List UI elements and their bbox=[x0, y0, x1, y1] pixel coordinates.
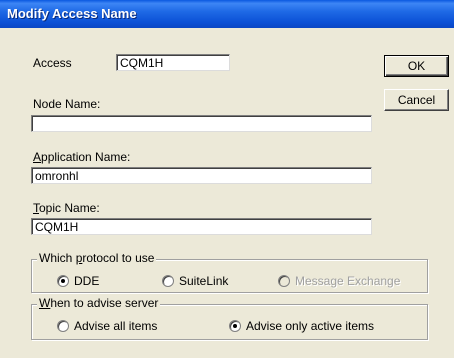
modify-access-name-dialog: Modify Access Name Access OK Cancel Node… bbox=[0, 0, 454, 358]
application-name-mnemonic: A bbox=[33, 150, 42, 164]
advise-legend-rest: hen to advise server bbox=[50, 296, 159, 310]
message-exchange-label: Message Exchange bbox=[295, 274, 401, 288]
topic-name-field[interactable] bbox=[31, 218, 372, 235]
window-title: Modify Access Name bbox=[7, 6, 137, 21]
protocol-legend: Which protocol to use bbox=[37, 251, 157, 265]
advise-active-radio[interactable] bbox=[229, 320, 241, 332]
node-name-label: Node Name: bbox=[33, 97, 101, 111]
node-name-field[interactable] bbox=[31, 115, 372, 132]
ok-button[interactable]: OK bbox=[384, 55, 449, 77]
advise-active-label[interactable]: Advise only active items bbox=[246, 319, 374, 333]
access-label: Access bbox=[33, 56, 72, 70]
access-field[interactable] bbox=[116, 54, 230, 71]
dde-radio[interactable] bbox=[57, 275, 69, 287]
suitelink-label[interactable]: SuiteLink bbox=[179, 274, 228, 288]
advise-all-label[interactable]: Advise all items bbox=[74, 319, 157, 333]
advise-legend: When to advise server bbox=[37, 296, 161, 310]
application-name-label: Application Name: bbox=[33, 150, 130, 164]
cancel-button[interactable]: Cancel bbox=[384, 89, 449, 111]
dde-label[interactable]: DDE bbox=[74, 274, 99, 288]
topic-name-label: Topic Name: bbox=[33, 201, 100, 215]
suitelink-radio[interactable] bbox=[162, 275, 174, 287]
title-bar[interactable]: Modify Access Name bbox=[0, 0, 454, 28]
message-exchange-radio bbox=[278, 275, 290, 287]
topic-name-label-rest: opic Name: bbox=[39, 201, 100, 215]
advise-legend-mnemonic: W bbox=[39, 296, 51, 310]
protocol-legend-post: rotocol to use bbox=[82, 251, 155, 265]
advise-all-radio[interactable] bbox=[57, 320, 69, 332]
application-name-field[interactable] bbox=[31, 167, 372, 184]
application-name-label-rest: pplication Name: bbox=[41, 150, 131, 164]
protocol-legend-pre: Which bbox=[39, 251, 76, 265]
